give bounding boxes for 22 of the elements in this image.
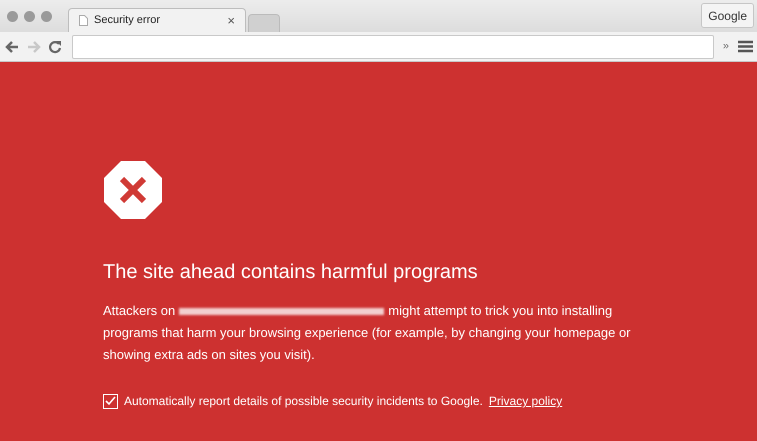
page-icon (79, 15, 88, 26)
close-button[interactable]: × (227, 10, 235, 30)
back-icon[interactable] (4, 40, 20, 54)
overflow-button[interactable]: » (720, 38, 732, 55)
profile-button[interactable]: Google (701, 3, 754, 28)
body-text: programs that harm your browsing experience (for example, by changing your homepage or showing extra ads on sites you visit). (103, 324, 632, 364)
window-control-icon[interactable] (24, 11, 35, 22)
window-control-icon[interactable] (41, 11, 52, 22)
forward-icon[interactable] (26, 40, 42, 54)
page-heading: The site ahead contains harmful programs (103, 260, 479, 284)
menu-icon[interactable] (738, 40, 753, 53)
body-text: Attackers on (103, 302, 176, 320)
report-checkbox[interactable] (103, 394, 118, 408)
reload-icon[interactable] (48, 40, 62, 54)
privacy-policy-link[interactable]: Privacy policy (488, 392, 562, 410)
body-text: might attempt to trick you into installing (388, 302, 612, 320)
tab[interactable]: Security error × (68, 8, 246, 32)
tab[interactable] (248, 14, 280, 32)
window-control-icon[interactable] (7, 11, 18, 22)
address-field[interactable] (72, 34, 714, 58)
report-label: Automatically report details of possible security incidents to Google. (124, 393, 483, 410)
error-icon (103, 160, 163, 220)
